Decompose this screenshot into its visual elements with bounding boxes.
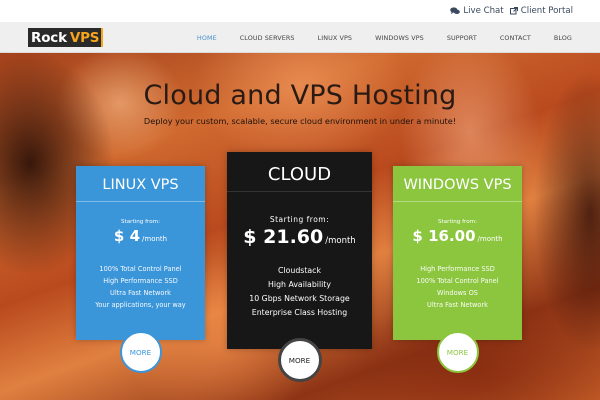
plan-price-period: /month <box>477 235 503 243</box>
plan-name: WINDOWS VPS <box>393 166 522 202</box>
live-chat-label: Live Chat <box>463 6 504 16</box>
plan-card-linux-vps: LINUX VPS Starting from: $ 4 /month 100%… <box>76 166 205 373</box>
main-navbar: Rock VPS HOME CLOUD SERVERS LINUX VPS WIN… <box>0 22 600 53</box>
nav-item-blog[interactable]: BLOG <box>531 34 572 42</box>
cloud-more-button[interactable]: MORE <box>277 338 322 382</box>
plan-price-amount: $ 16.00 <box>412 227 476 245</box>
plan-price-period: /month <box>142 235 168 243</box>
plan-feature: High Performance SSD <box>420 265 495 273</box>
client-portal-link[interactable]: Client Portal <box>509 6 573 16</box>
plan-feature: Your applications, your way <box>95 301 186 309</box>
external-link-icon <box>509 7 518 15</box>
nav-menu: HOME CLOUD SERVERS LINUX VPS WINDOWS VPS… <box>174 22 572 53</box>
plan-price-amount: $ 21.60 <box>243 226 324 248</box>
chat-bubbles-icon <box>450 7 461 15</box>
plan-feature: Cloudstack <box>278 266 321 275</box>
plan-feature: Enterprise Class Hosting <box>251 308 348 317</box>
plan-starting-from: Starting from: <box>121 219 160 225</box>
plan-feature: 10 Gbps Network Storage <box>249 294 350 303</box>
plan-name: CLOUD <box>227 152 372 192</box>
logo-part-rock: Rock <box>28 28 70 47</box>
plan-features: High Performance SSD 100% Total Control … <box>393 263 522 311</box>
plan-feature: Ultra Fast Network <box>110 289 171 297</box>
plan-features: 100% Total Control Panel High Performanc… <box>76 263 205 311</box>
nav-item-linux-vps[interactable]: LINUX VPS <box>295 34 353 42</box>
hero-subtitle: Deploy your custom, scalable, secure clo… <box>143 116 457 126</box>
hero-banner: Cloud and VPS Hosting Deploy your custom… <box>0 53 600 400</box>
plan-name: LINUX VPS <box>76 166 205 202</box>
plan-feature: Ultra Fast Network <box>427 301 488 309</box>
plan-feature: Windows OS <box>437 289 478 297</box>
live-chat-link[interactable]: Live Chat <box>450 6 504 16</box>
plan-starting-from: Starting from: <box>269 215 330 224</box>
plan-price: $ 21.60 /month <box>227 226 372 248</box>
plan-price-period: /month <box>325 236 356 246</box>
plan-card-cloud: CLOUD Starting from: $ 21.60 /month Clou… <box>227 152 372 382</box>
windows-vps-more-button[interactable]: MORE <box>436 331 479 373</box>
plan-price: $ 4 /month <box>76 227 205 245</box>
hero-title: Cloud and VPS Hosting <box>143 80 457 111</box>
plan-starting-from: Starting from: <box>438 219 477 225</box>
nav-item-windows-vps[interactable]: WINDOWS VPS <box>352 34 424 42</box>
logo-part-vps: VPS <box>69 28 104 47</box>
plan-feature: High Availability <box>268 280 331 289</box>
rockvps-logo[interactable]: Rock VPS <box>28 28 104 47</box>
top-utility-bar: Live Chat Client Portal <box>0 0 600 22</box>
utility-links: Live Chat Client Portal <box>450 0 573 22</box>
nav-item-support[interactable]: SUPPORT <box>424 34 477 42</box>
plan-features: Cloudstack High Availability 10 Gbps Net… <box>227 264 372 320</box>
linux-vps-more-button[interactable]: MORE <box>119 331 162 373</box>
plan-price-amount: $ 4 <box>113 227 141 245</box>
nav-item-home[interactable]: HOME <box>174 34 217 42</box>
plan-feature: High Performance SSD <box>103 277 178 285</box>
client-portal-label: Client Portal <box>520 6 573 16</box>
plan-card-windows-vps: WINDOWS VPS Starting from: $ 16.00 /mont… <box>393 166 522 373</box>
plan-feature: 100% Total Control Panel <box>416 277 499 285</box>
nav-item-cloud-servers[interactable]: CLOUD SERVERS <box>217 34 295 42</box>
plan-price: $ 16.00 /month <box>393 227 522 245</box>
plan-feature: 100% Total Control Panel <box>99 265 182 273</box>
nav-item-contact[interactable]: CONTACT <box>477 34 531 42</box>
